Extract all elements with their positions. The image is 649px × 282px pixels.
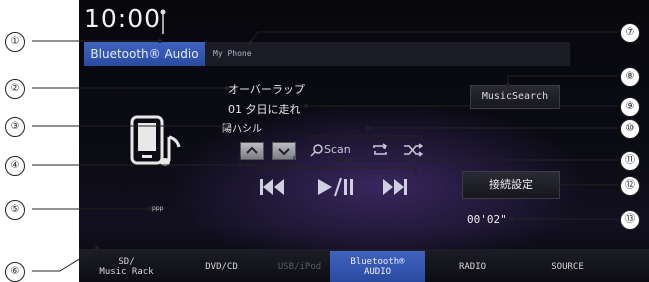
callout-3: ③ [5,117,25,137]
callout-5: ⑤ [5,200,25,220]
callout-6: ⑥ [5,262,25,282]
callout-11: ⑪ [620,151,640,171]
callout-7: ⑦ [620,23,640,43]
callout-1: ① [5,32,25,52]
callout-4: ④ [5,156,25,176]
callout-9: ⑨ [620,97,640,117]
callout-13: ⑬ [620,210,640,230]
callout-8: ⑧ [620,67,640,87]
callout-12: ⑫ [620,176,640,196]
callout-2: ② [5,79,25,99]
callout-10: ⑩ [620,119,640,139]
callout-lines [32,31,618,272]
